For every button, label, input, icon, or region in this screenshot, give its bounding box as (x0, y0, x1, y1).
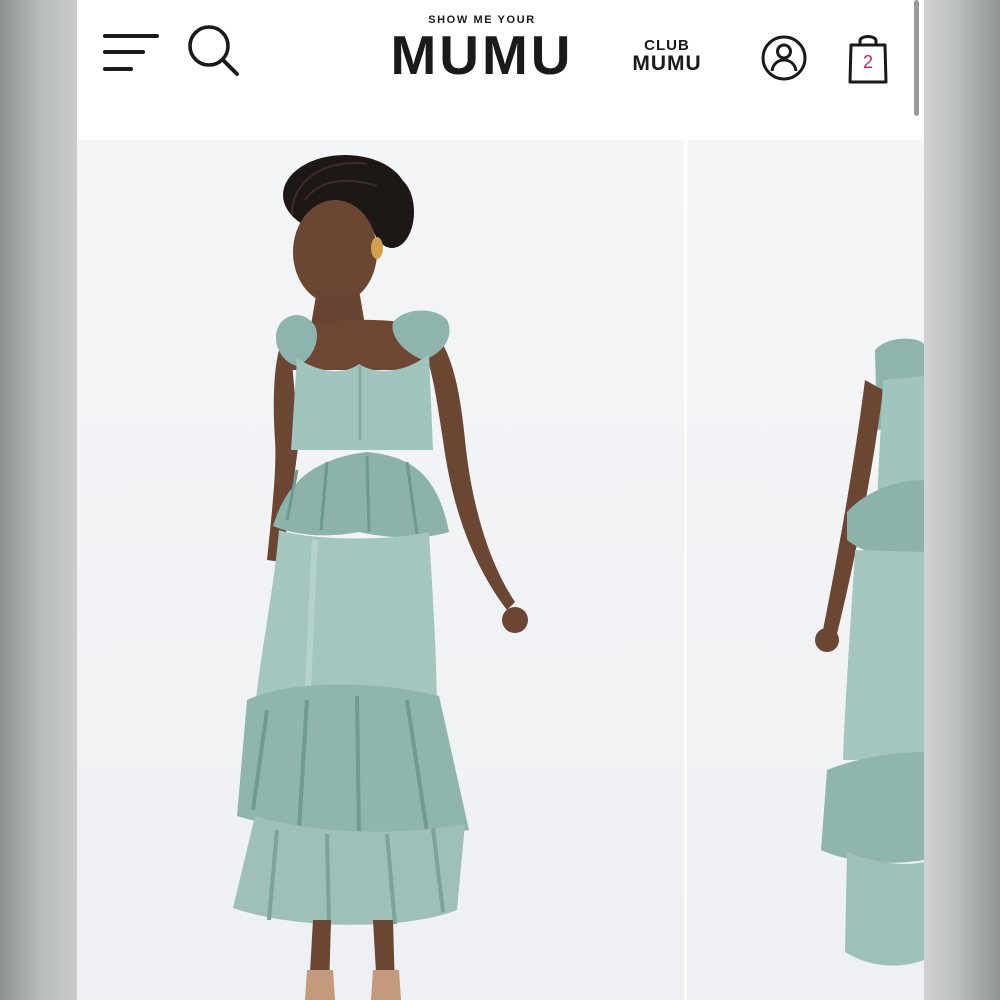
phone-screen: SHOW ME YOUR MUMU CLUB MUMU 2 (77, 0, 924, 1000)
brand-wordmark: MUMU (390, 24, 574, 86)
club-mumu-link[interactable]: CLUB MUMU (629, 38, 705, 75)
scrollbar-thumb[interactable] (914, 0, 919, 116)
shopping-bag-icon[interactable]: 2 (845, 30, 891, 86)
hamburger-menu-icon[interactable] (101, 30, 161, 76)
product-image-gallery[interactable] (77, 122, 924, 1000)
search-icon[interactable] (187, 24, 243, 80)
site-header: SHOW ME YOUR MUMU CLUB MUMU 2 (77, 0, 924, 122)
club-label: CLUB (644, 37, 690, 54)
model-front-photo (233, 155, 528, 1000)
product-photo-main[interactable] (77, 140, 684, 1000)
product-photo-next[interactable] (687, 140, 924, 1000)
cart-count-badge: 2 (862, 52, 873, 72)
account-icon[interactable] (760, 34, 808, 82)
model-side-photo (815, 338, 924, 966)
club-wordmark: MUMU (632, 52, 702, 75)
brand-logo[interactable]: SHOW ME YOUR MUMU (387, 14, 577, 86)
